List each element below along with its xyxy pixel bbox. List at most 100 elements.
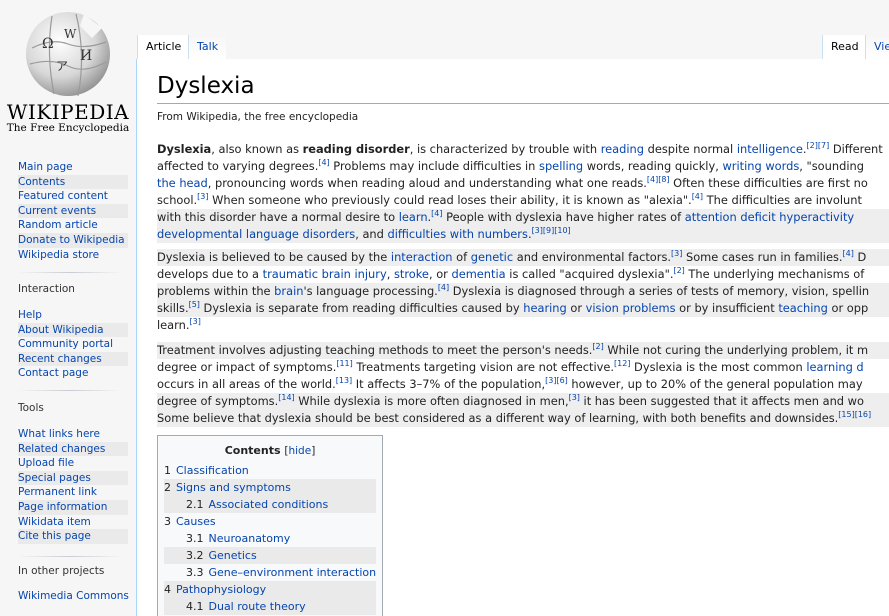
citation-link[interactable]: [3] (189, 317, 200, 326)
citation-link[interactable]: [2] (592, 342, 603, 351)
body-text: Some believe that dyslexia should be bes… (157, 411, 839, 425)
toc-title: Contents [hide] (224, 444, 316, 457)
toc-link[interactable]: Associated conditions (209, 498, 329, 511)
toc-link[interactable]: Causes (176, 515, 216, 528)
sidebar-item-contact-page[interactable]: Contact page (18, 366, 128, 381)
body-text: When someone who previously could read l… (208, 193, 692, 207)
article-link[interactable]: interaction (391, 250, 453, 264)
article-link[interactable]: intelligence (737, 142, 803, 156)
toc-item[interactable]: 3 Causes (164, 513, 376, 530)
article-link[interactable]: dementia (451, 267, 505, 281)
toc-link[interactable]: Classification (176, 464, 249, 477)
citation-link[interactable]: [3][6] (545, 376, 568, 385)
article-link[interactable]: attention deficit hyperactivity (685, 210, 854, 224)
citation-link[interactable]: [5] (189, 300, 200, 309)
sidebar-other-projects: In other projects Wikimedia Commons (18, 565, 129, 604)
toc-link[interactable]: Gene–environment interaction (209, 566, 377, 579)
citation-link[interactable]: [2][7] (807, 141, 830, 150)
article-link[interactable]: reading (601, 142, 644, 156)
article-link[interactable]: learn (399, 210, 428, 224)
toc-link[interactable]: Genetics (209, 549, 257, 562)
citation-link[interactable]: [4] (318, 158, 329, 167)
toc-item[interactable]: 4 Pathophysiology (164, 581, 376, 598)
toc-item[interactable]: 2 Signs and symptoms (164, 479, 376, 496)
citation-link[interactable]: [12] (614, 359, 630, 368)
toc-hide-link[interactable]: hide (288, 445, 311, 457)
article-link[interactable]: difficulties with numbers (388, 227, 528, 241)
text-line: Dyslexia is believed to be caused by the… (157, 249, 889, 266)
tab-talk[interactable]: Talk (188, 35, 227, 59)
body-text: affected to varying degrees. (157, 159, 319, 173)
tab-read[interactable]: Read (822, 35, 867, 59)
wikipedia-wordmark: WIKIPEDIA (6, 100, 130, 124)
sidebar-item-community-portal[interactable]: Community portal (18, 337, 128, 352)
body-text: despite normal (643, 142, 737, 156)
text-line: Treatment involves adjusting teaching me… (157, 342, 889, 359)
article-link[interactable]: developmental language disorders (157, 227, 355, 241)
body-text: learn. (157, 318, 190, 332)
toc-link[interactable]: Signs and symptoms (176, 481, 291, 494)
tab-view-source[interactable]: Vie (865, 35, 889, 59)
body-text: or (566, 301, 586, 315)
sidebar-item-wikipedia-store[interactable]: Wikipedia store (18, 248, 128, 263)
sidebar-item-wikimedia-commons[interactable]: Wikimedia Commons (18, 589, 129, 604)
sidebar-item-about-wikipedia[interactable]: About Wikipedia (18, 322, 128, 338)
toc-item[interactable]: 2.1 Associated conditions (164, 496, 376, 513)
toc-link[interactable]: Neuroanatomy (209, 532, 291, 545)
toc-item[interactable]: 3.2 Genetics (164, 547, 376, 564)
article-link[interactable]: spelling (539, 159, 583, 173)
sidebar-item-what-links-here[interactable]: What links here (18, 427, 128, 442)
sidebar-item-special-pages[interactable]: Special pages (18, 470, 128, 486)
article-link[interactable]: genetic (471, 250, 513, 264)
citation-link[interactable]: [3] (569, 393, 580, 402)
citation-link[interactable]: [15][16] (838, 410, 871, 419)
citation-link[interactable]: [14] (278, 393, 294, 402)
sidebar-item-cite-this-page[interactable]: Cite this page (18, 529, 128, 544)
citation-link[interactable]: [13] (336, 376, 352, 385)
sidebar-item-random-article[interactable]: Random article (18, 218, 128, 233)
page-title: Dyslexia (157, 73, 255, 99)
sidebar-item-wikidata-item[interactable]: Wikidata item (18, 515, 128, 530)
citation-link[interactable]: [3][9][10] (532, 226, 571, 235)
article-link[interactable]: hearing (523, 301, 567, 315)
toc-item[interactable]: 1 Classification (164, 462, 376, 479)
title-rule (157, 103, 889, 104)
toc-link[interactable]: Pathophysiology (176, 583, 266, 596)
citation-link[interactable]: [3] (671, 249, 682, 258)
citation-link[interactable]: [11] (336, 359, 352, 368)
toc-item[interactable]: 3.3 Gene–environment interaction (164, 564, 376, 581)
citation-link[interactable]: [3] (197, 192, 208, 201)
citation-link[interactable]: [4] (843, 249, 854, 258)
sidebar-item-donate-to-wikipedia[interactable]: Donate to Wikipedia (18, 232, 128, 248)
sidebar-item-current-events[interactable]: Current events (18, 203, 128, 219)
toc-item[interactable]: 4.1 Dual route theory (164, 598, 376, 615)
wikipedia-logo[interactable]: Ω W И ア WIKIPEDIA The Free Encyclopedia (0, 0, 136, 140)
article-link[interactable]: brain (274, 284, 303, 298)
citation-link[interactable]: [4] (431, 209, 442, 218)
article-link[interactable]: learning d (806, 360, 863, 374)
paragraph-causes: Dyslexia is believed to be caused by the… (157, 249, 889, 334)
sidebar-item-upload-file[interactable]: Upload file (18, 456, 128, 471)
article-link[interactable]: the head (157, 176, 208, 190)
sidebar-item-page-information[interactable]: Page information (18, 499, 128, 515)
sidebar-item-permanent-link[interactable]: Permanent link (18, 485, 128, 500)
article-link[interactable]: teaching (778, 301, 828, 315)
sidebar-item-recent-changes[interactable]: Recent changes (18, 351, 128, 367)
tab-article[interactable]: Article (137, 35, 190, 59)
sidebar-item-help[interactable]: Help (18, 308, 128, 323)
sidebar-item-contents[interactable]: Contents (18, 174, 128, 190)
citation-link[interactable]: [2] (673, 266, 684, 275)
citation-link[interactable]: [4] (692, 192, 703, 201)
article-link[interactable]: traumatic brain injury (263, 267, 387, 281)
sidebar-item-featured-content[interactable]: Featured content (18, 189, 128, 204)
citation-link[interactable]: [4] (438, 283, 449, 292)
body-text: skills. (157, 301, 189, 315)
sidebar-item-related-changes[interactable]: Related changes (18, 441, 128, 457)
citation-link[interactable]: [4][8] (647, 175, 670, 184)
article-link[interactable]: vision problems (586, 301, 676, 315)
toc-link[interactable]: Dual route theory (209, 600, 306, 613)
sidebar-item-main-page[interactable]: Main page (18, 160, 128, 175)
article-link[interactable]: stroke (394, 267, 429, 281)
article-link[interactable]: writing words (722, 159, 799, 173)
toc-item[interactable]: 3.1 Neuroanatomy (164, 530, 376, 547)
